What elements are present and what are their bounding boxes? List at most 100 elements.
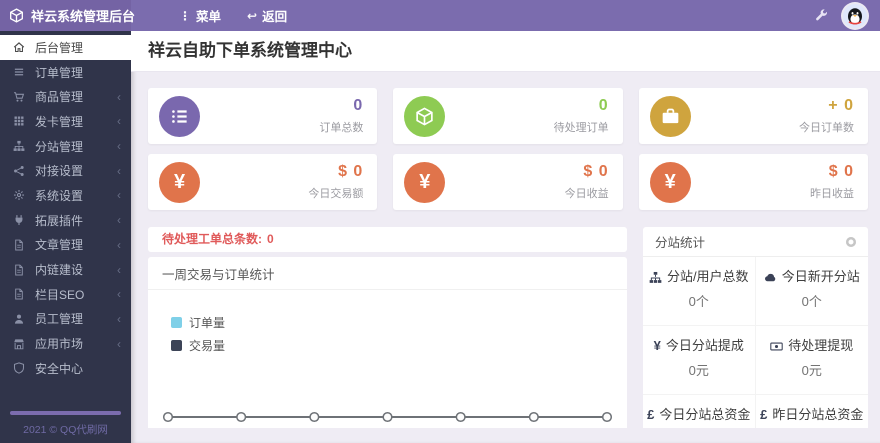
sidebar-item-8[interactable]: 文章管理 ‹ bbox=[0, 233, 131, 258]
seo-icon bbox=[13, 288, 26, 300]
brand[interactable]: 祥云系统管理后台 bbox=[0, 0, 135, 31]
sidebar-item-13[interactable]: 安全中心 ‹ bbox=[0, 356, 131, 381]
avatar[interactable] bbox=[843, 3, 867, 28]
pound-icon: £ bbox=[647, 407, 655, 422]
banknote-icon bbox=[770, 340, 783, 353]
market-icon bbox=[13, 338, 26, 350]
yen-icon: ¥ bbox=[159, 161, 200, 203]
ordered-list-icon bbox=[159, 95, 200, 137]
substation-cell-label: 今日分站总资金 bbox=[659, 407, 751, 422]
stat-label: 今日收益 bbox=[564, 188, 609, 200]
substation-cell-2: ¥ 今日分站提成 0元 bbox=[643, 326, 756, 395]
copyright: 2021 © QQ代刷网 bbox=[23, 423, 108, 436]
sidebar-item-label: 订单管理 bbox=[35, 65, 84, 80]
yen-icon: ¥ bbox=[653, 338, 661, 353]
sidebar-item-3[interactable]: 发卡管理 ‹ bbox=[0, 109, 131, 134]
workorder-count: 0 bbox=[267, 232, 274, 246]
home-icon bbox=[13, 41, 26, 53]
legend-item-0[interactable]: 订单量 bbox=[171, 314, 627, 331]
sidebar-item-label: 对接设置 bbox=[35, 164, 84, 179]
pound-icon: £ bbox=[760, 407, 768, 422]
chart-point-3 bbox=[382, 411, 393, 423]
stat-value: 0 bbox=[353, 97, 364, 114]
back-button[interactable]: ↩ 返回 bbox=[247, 6, 287, 25]
stat-card-4: ¥ $ 0 今日收益 bbox=[393, 154, 623, 210]
chevron-left-icon: ‹ bbox=[117, 163, 121, 178]
sidebar-item-label: 员工管理 bbox=[35, 312, 84, 327]
cloud-icon bbox=[764, 271, 777, 284]
chevron-left-icon: ‹ bbox=[117, 311, 121, 326]
chart-line-svg bbox=[162, 411, 613, 423]
substation-cell-3: 待处理提现 0元 bbox=[755, 326, 868, 395]
stat-value: $ 0 bbox=[338, 163, 364, 180]
sidebar-item-5[interactable]: 对接设置 ‹ bbox=[0, 158, 131, 183]
gear-icon[interactable] bbox=[846, 236, 856, 247]
chart-title: 一周交易与订单统计 bbox=[148, 257, 627, 290]
sidebar-item-label: 后台管理 bbox=[35, 40, 84, 55]
workorder-label: 待处理工单总条数: bbox=[162, 232, 262, 246]
stat-value: $ 0 bbox=[583, 163, 609, 180]
substation-cell-label: 今日分站提成 bbox=[665, 338, 744, 353]
stat-value: $ 0 bbox=[828, 163, 854, 180]
sidebar-item-12[interactable]: 应用市场 ‹ bbox=[0, 331, 131, 356]
topbar: 祥云系统管理后台 ⋮ 菜单 ↩ 返回 bbox=[0, 0, 880, 31]
stat-card-0: 0 订单总数 bbox=[148, 88, 378, 144]
substation-cell-value: 0元 bbox=[801, 363, 822, 378]
sidebar-item-11[interactable]: 员工管理 ‹ bbox=[0, 307, 131, 332]
substation-title: 分站统计 bbox=[655, 236, 706, 250]
chart-legend: 订单量 交易量 bbox=[171, 314, 627, 354]
back-button-label: 返回 bbox=[262, 10, 288, 24]
chevron-left-icon: ‹ bbox=[117, 237, 121, 252]
briefcase-icon bbox=[649, 95, 691, 137]
sidebar-item-10[interactable]: 栏目SEO ‹ bbox=[0, 282, 131, 307]
wrench-icon[interactable] bbox=[815, 9, 828, 22]
stat-label: 待处理订单 bbox=[553, 122, 609, 134]
workorder-card: 待处理工单总条数: 0 bbox=[148, 227, 627, 252]
substation-cell-value: 0个 bbox=[801, 294, 822, 309]
legend-label: 交易量 bbox=[189, 339, 226, 353]
chevron-left-icon: ‹ bbox=[117, 287, 121, 302]
sidebar: 后台管理 ‹ 订单管理 ‹ 商品管理 ‹ 发卡管理 ‹ 分站管理 ‹ 对接设置 … bbox=[0, 31, 131, 443]
sidebar-item-label: 分站管理 bbox=[35, 139, 84, 154]
sidebar-item-label: 应用市场 bbox=[35, 337, 84, 352]
stat-card-3: ¥ $ 0 今日交易额 bbox=[148, 154, 378, 210]
chart-point-6 bbox=[601, 411, 613, 423]
sidebar-item-7[interactable]: 拓展插件 ‹ bbox=[0, 208, 131, 233]
substation-cell-label: 今日新开分站 bbox=[781, 269, 860, 284]
sitemap-icon bbox=[13, 140, 26, 152]
menu-button[interactable]: ⋮ 菜单 bbox=[179, 6, 221, 25]
innerlink-icon bbox=[13, 264, 26, 276]
legend-item-1[interactable]: 交易量 bbox=[171, 337, 627, 354]
chart-body: 订单量 交易量 bbox=[148, 290, 627, 428]
chevron-left-icon: ‹ bbox=[117, 262, 121, 277]
sidebar-item-4[interactable]: 分站管理 ‹ bbox=[0, 134, 131, 159]
substation-cell-0: 分站/用户总数 0个 bbox=[643, 257, 756, 326]
chart-point-0 bbox=[162, 411, 174, 423]
stat-label: 今日交易额 bbox=[308, 188, 364, 200]
sidebar-item-2[interactable]: 商品管理 ‹ bbox=[0, 84, 131, 109]
sidebar-item-1[interactable]: 订单管理 ‹ bbox=[0, 60, 131, 85]
chart-point-2 bbox=[309, 411, 320, 423]
article-icon bbox=[13, 239, 26, 251]
sidebar-item-9[interactable]: 内链建设 ‹ bbox=[0, 257, 131, 282]
sidebar-item-0[interactable]: 后台管理 ‹ bbox=[0, 35, 131, 60]
substation-cell-value: 0个 bbox=[688, 294, 709, 309]
cart-icon bbox=[13, 91, 26, 103]
chart-point-1 bbox=[236, 411, 247, 423]
sidebar-item-6[interactable]: 系统设置 ‹ bbox=[0, 183, 131, 208]
sidebar-item-label: 发卡管理 bbox=[35, 114, 84, 129]
menu-dots-icon: ⋮ bbox=[179, 8, 191, 23]
topbar-right bbox=[815, 3, 880, 28]
gear-icon bbox=[13, 189, 26, 201]
chart-card: 一周交易与订单统计 订单量交易量 bbox=[148, 257, 627, 428]
stat-card-2: + 0 今日订单数 bbox=[638, 88, 868, 144]
share-icon bbox=[13, 165, 26, 177]
app-logo-cube-icon bbox=[9, 8, 24, 23]
substation-cell-label: 昨日分站总资金 bbox=[772, 407, 864, 422]
main-area: 祥云自助下单系统管理中心 0 订单总数 0 待处理订单 + 0 今日订单数 ¥ … bbox=[131, 31, 880, 443]
stat-value: + 0 bbox=[828, 97, 854, 114]
chevron-left-icon: ‹ bbox=[117, 89, 121, 104]
legend-label: 订单量 bbox=[189, 316, 226, 330]
sidebar-divider bbox=[10, 410, 121, 415]
legend-swatch bbox=[171, 340, 182, 351]
